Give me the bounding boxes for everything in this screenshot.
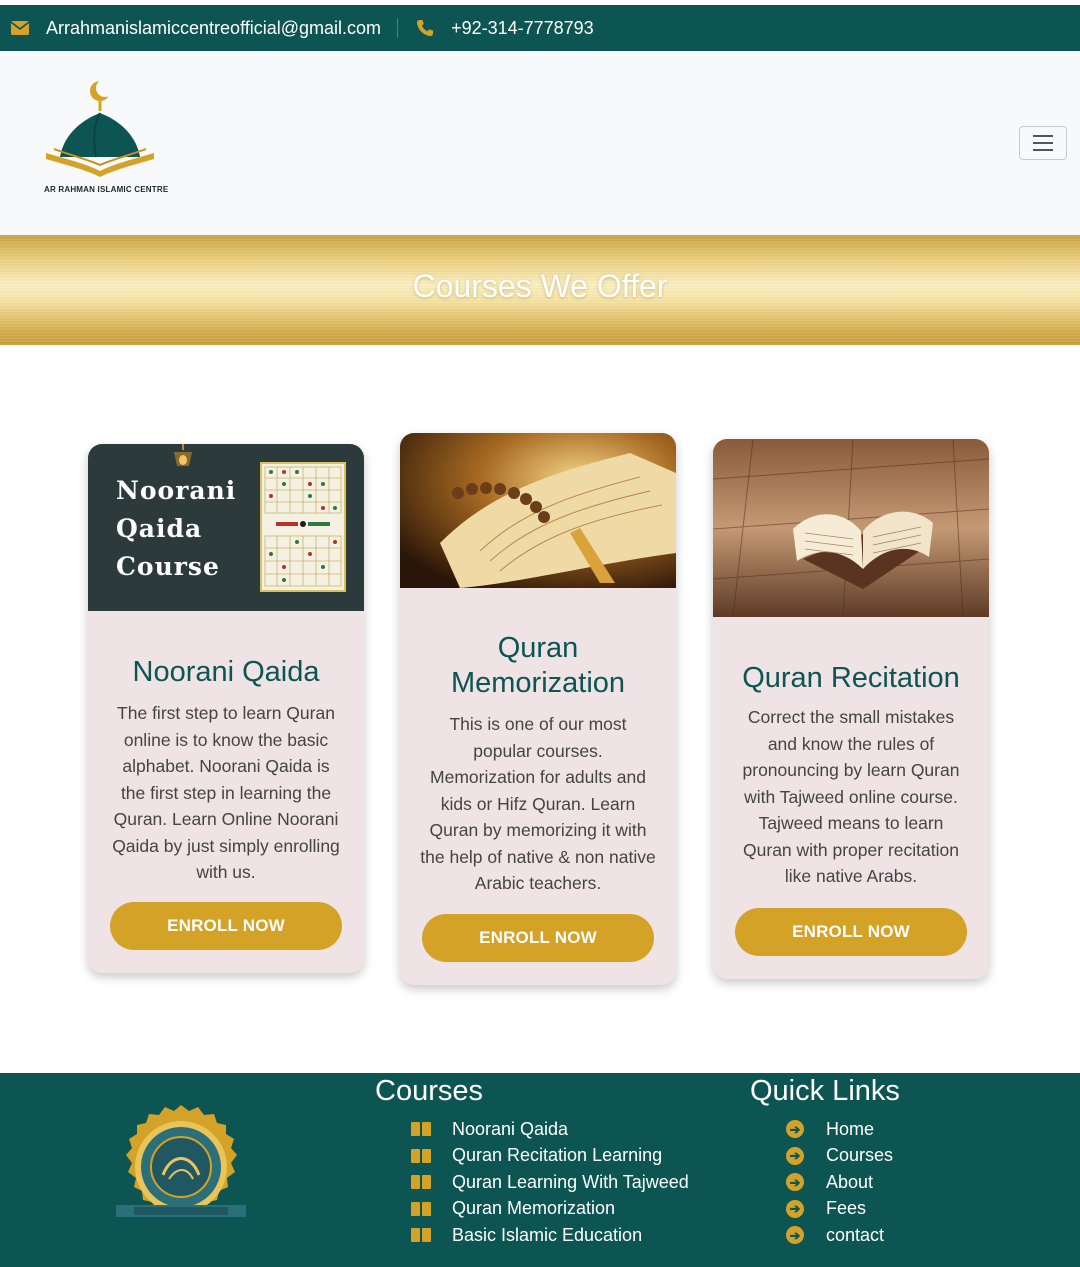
mosque-logo-icon — [46, 79, 154, 177]
quick-link-contact[interactable]: ➔ contact — [784, 1222, 893, 1249]
link-label[interactable]: Home — [826, 1119, 874, 1140]
enroll-button[interactable]: ENROLL NOW — [735, 908, 967, 956]
quick-link-courses[interactable]: ➔ Courses — [784, 1143, 893, 1170]
book-icon — [410, 1122, 432, 1137]
footer-quick-links-list: ➔ Home ➔ Courses ➔ About ➔ Fees ➔ contact — [784, 1116, 893, 1249]
divider — [397, 18, 399, 38]
logo-text: AR RAHMAN ISLAMIC CENTRE — [44, 185, 169, 194]
link-label[interactable]: About — [826, 1172, 873, 1193]
link-label[interactable]: Fees — [826, 1198, 866, 1219]
link-label[interactable]: Noorani Qaida — [452, 1119, 568, 1140]
quick-link-fees[interactable]: ➔ Fees — [784, 1196, 893, 1223]
course-image-caption: Noorani Qaida Course — [116, 472, 236, 586]
course-description: This is one of our most popular courses.… — [420, 714, 656, 893]
course-card-quran-recitation: Quran Recitation Correct the small mista… — [713, 439, 989, 979]
arrow-right-icon: ➔ — [786, 1199, 804, 1218]
enroll-button[interactable]: ENROLL NOW — [110, 902, 342, 950]
alphabet-chart-image — [260, 462, 346, 592]
footer-course-link[interactable]: Basic Islamic Education — [410, 1222, 689, 1249]
link-label[interactable]: Courses — [826, 1145, 893, 1166]
course-image: Noorani Qaida Course — [88, 444, 364, 611]
caption-line: Qaida — [116, 514, 203, 543]
book-icon — [410, 1175, 432, 1190]
link-label[interactable]: contact — [826, 1225, 884, 1246]
arrow-right-icon: ➔ — [786, 1120, 804, 1139]
link-label[interactable]: Quran Recitation Learning — [452, 1145, 662, 1166]
arrow-right-icon: ➔ — [786, 1146, 804, 1165]
course-image — [400, 433, 676, 588]
arrow-right-icon: ➔ — [786, 1226, 804, 1245]
footer-courses-list: Noorani Qaida Quran Recitation Learning … — [410, 1116, 689, 1249]
email-link[interactable]: Arrahmanislamiccentreofficial@gmail.com — [46, 18, 381, 39]
top-contact-bar: Arrahmanislamiccentreofficial@gmail.com … — [0, 5, 1080, 51]
footer-course-link[interactable]: Quran Recitation Learning — [410, 1143, 689, 1170]
quick-link-home[interactable]: ➔ Home — [784, 1116, 893, 1143]
link-label[interactable]: Quran Learning With Tajweed — [452, 1172, 689, 1193]
enroll-button[interactable]: ENROLL NOW — [422, 914, 654, 962]
phone-icon — [415, 19, 435, 37]
footer-course-link[interactable]: Quran Memorization — [410, 1196, 689, 1223]
course-image — [713, 439, 989, 617]
course-description: Correct the small mistakes and know the … — [742, 707, 960, 886]
page-title: Courses We Offer — [412, 268, 668, 304]
course-card-noorani-qaida: Noorani Qaida Course Noorani Qaida The f… — [88, 444, 364, 973]
footer-course-link[interactable]: Noorani Qaida — [410, 1116, 689, 1143]
book-icon — [410, 1201, 432, 1216]
book-icon — [410, 1148, 432, 1163]
footer-courses-heading: Courses — [375, 1075, 483, 1107]
lantern-icon — [174, 444, 192, 466]
course-description: The first step to learn Quran online is … — [112, 703, 340, 882]
site-logo[interactable]: AR RAHMAN ISLAMIC CENTRE — [44, 79, 169, 199]
course-title: Quran Memorization — [450, 632, 626, 699]
course-title: Noorani Qaida — [132, 656, 320, 688]
seal-logo-icon — [114, 1105, 248, 1233]
arrow-right-icon: ➔ — [786, 1173, 804, 1192]
quick-link-about[interactable]: ➔ About — [784, 1169, 893, 1196]
site-footer: Courses Noorani Qaida Quran Recitation L… — [0, 1073, 1080, 1267]
caption-line: Course — [116, 552, 220, 581]
footer-course-link[interactable]: Quran Learning With Tajweed — [410, 1169, 689, 1196]
caption-line: Noorani — [116, 476, 237, 505]
page-banner: Courses We Offer — [0, 235, 1080, 345]
site-header: AR RAHMAN ISLAMIC CENTRE — [0, 51, 1080, 235]
envelope-icon — [10, 21, 30, 35]
hamburger-menu-icon[interactable] — [1019, 126, 1067, 160]
book-icon — [410, 1228, 432, 1243]
phone-link[interactable]: +92-314-7778793 — [451, 18, 594, 39]
course-card-quran-memorization: Quran Memorization This is one of our mo… — [400, 433, 676, 985]
course-title: Quran Recitation — [742, 662, 960, 694]
link-label[interactable]: Basic Islamic Education — [452, 1225, 642, 1246]
link-label[interactable]: Quran Memorization — [452, 1198, 615, 1219]
footer-links-heading: Quick Links — [750, 1075, 900, 1107]
